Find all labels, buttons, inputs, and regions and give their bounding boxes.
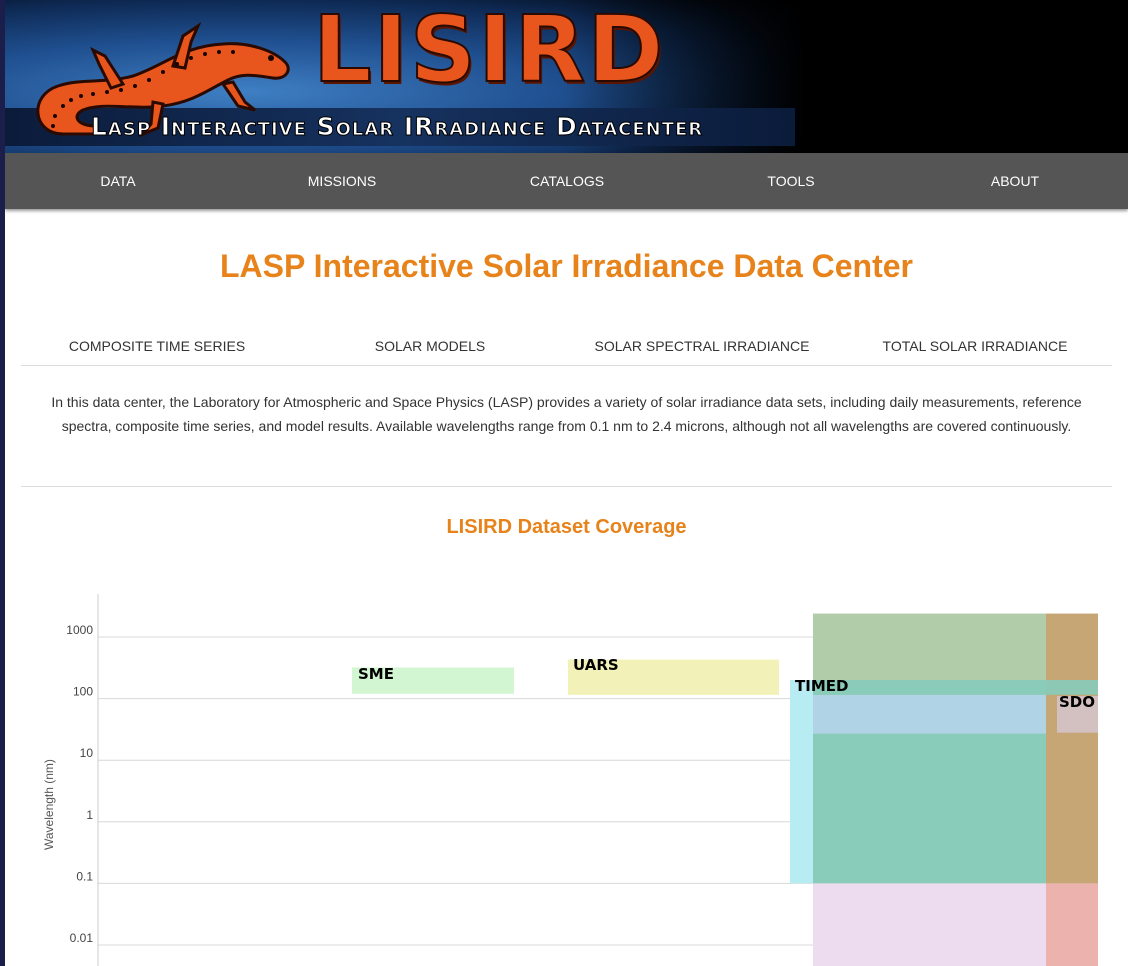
y-tick-label: 0.01: [70, 931, 94, 945]
coverage-bar-timed: [790, 680, 813, 884]
page-frame: LISIRD Lasp Interactive Solar IRradiance…: [5, 0, 1128, 966]
y-tick-label: 10: [80, 746, 94, 760]
y-tick-label: 1000: [66, 623, 93, 637]
nav-item-catalogs[interactable]: CATALOGS: [467, 153, 667, 209]
subnav-solar-models[interactable]: SOLAR MODELS: [300, 338, 560, 354]
intro-paragraph: In this data center, the Laboratory for …: [51, 394, 1082, 434]
mission-label-timed: TIMED: [795, 677, 848, 695]
coverage-bar-timed-band: [813, 680, 1098, 695]
chart-title: LISIRD Dataset Coverage: [446, 516, 687, 538]
main-nav: DATA MISSIONS CATALOGS TOOLS ABOUT: [5, 153, 1128, 209]
subnav-total-solar-irradiance[interactable]: TOTAL SOLAR IRRADIANCE: [845, 338, 1105, 354]
logo-wordmark[interactable]: LISIRD: [312, 3, 666, 97]
coverage-bar-sorce-low: [813, 883, 1046, 966]
nav-item-data[interactable]: DATA: [18, 153, 218, 209]
nav-item-tools[interactable]: TOOLS: [691, 153, 891, 209]
coverage-bar-sorce-xps: [813, 733, 1046, 884]
y-tick-label: 1: [86, 808, 93, 822]
page-title: LASP Interactive Solar Irradiance Data C…: [219, 248, 913, 284]
mission-label-sdo: SDO: [1059, 693, 1095, 711]
logo-subtitle: Lasp Interactive Solar IRradiance Datace…: [90, 112, 704, 142]
nav-item-missions[interactable]: MISSIONS: [242, 153, 442, 209]
y-axis-label: Wavelength (nm): [42, 759, 56, 850]
coverage-bar-sorce-solstice: [813, 694, 1046, 734]
divider: [21, 365, 1112, 366]
subnav-solar-spectral-irradiance[interactable]: SOLAR SPECTRAL IRRADIANCE: [572, 338, 832, 354]
header-banner: LISIRD Lasp Interactive Solar IRradiance…: [5, 0, 1128, 153]
divider: [21, 486, 1112, 487]
coverage-chart: 1000 100 10 1 0.1 0.01 Wavelength (nm) SME UARS T…: [42, 594, 1098, 966]
subnav-composite-time-series[interactable]: COMPOSITE TIME SERIES: [27, 338, 287, 354]
coverage-bar-sdo-low: [1046, 883, 1098, 966]
y-tick-label: 100: [73, 685, 93, 699]
mission-label-sme: SME: [358, 665, 394, 683]
mission-label-uars: UARS: [573, 656, 619, 674]
nav-item-about[interactable]: ABOUT: [915, 153, 1115, 209]
y-tick-label: 0.1: [76, 869, 93, 883]
